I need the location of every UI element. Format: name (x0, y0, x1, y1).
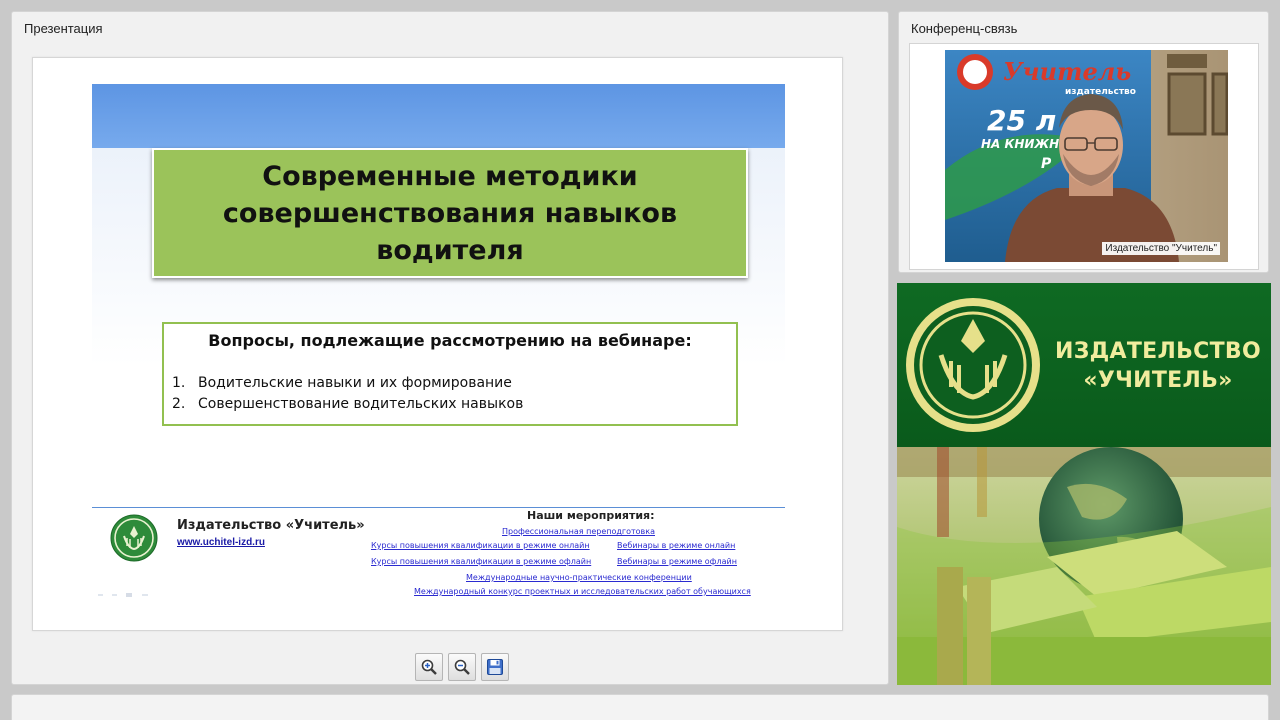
question-number: 1. (172, 375, 186, 391)
publisher-url-link[interactable]: www.uchitel-izd.ru (177, 537, 265, 548)
zoom-in-button[interactable] (415, 653, 443, 681)
sign-text: издательство (1065, 87, 1136, 97)
slide-viewer: Современные методики совершенствования н… (32, 57, 843, 631)
event-link[interactable]: Международные научно-практические конфер… (466, 573, 692, 582)
banner-title-line: ИЗДАТЕЛЬСТВО (1055, 339, 1261, 364)
event-link[interactable]: Вебинары в режиме офлайн (617, 557, 737, 566)
question-item: 1. Водительские навыки и их формирование (172, 375, 512, 391)
event-link[interactable]: Курсы повышения квалификации в режиме он… (371, 541, 590, 550)
event-link[interactable]: Международный конкурс проектных и исслед… (414, 587, 751, 596)
publisher-emblem-icon (906, 298, 1040, 432)
slide-header-band (92, 84, 785, 148)
banner-title: ИЗДАТЕЛЬСТВО «УЧИТЕЛЬ» (1047, 337, 1269, 395)
slide-title: Современные методики совершенствования н… (222, 160, 678, 266)
participant-name-label: Издательство "Учитель" (1102, 242, 1220, 255)
sign-text: Р (1041, 156, 1052, 172)
questions-heading: Вопросы, подлежащие рассмотрению на веби… (208, 331, 692, 350)
zoom-in-icon (421, 659, 437, 675)
event-link[interactable]: Курсы повышения квалификации в режиме оф… (371, 557, 591, 566)
banner-title-line: «УЧИТЕЛЬ» (1083, 368, 1233, 393)
events-heading: Наши мероприятия: (527, 509, 655, 522)
publisher-banner: ИЗДАТЕЛЬСТВО «УЧИТЕЛЬ» (897, 283, 1271, 685)
presentation-panel: Презентация Современные методики соверше… (11, 11, 889, 685)
slide-title-box: Современные методики совершенствования н… (152, 148, 748, 278)
question-item: 2. Совершенствование водительских навыков (172, 396, 523, 412)
publisher-logo-icon (110, 514, 158, 562)
slide-decoration-dots (98, 593, 148, 597)
sign-text: 25 л (987, 104, 1056, 137)
question-text: Водительские навыки и их формирование (198, 375, 512, 391)
books-globe-image (897, 447, 1271, 685)
banner-header: ИЗДАТЕЛЬСТВО «УЧИТЕЛЬ» (897, 283, 1271, 447)
zoom-out-button[interactable] (448, 653, 476, 681)
event-link[interactable]: Профессиональная переподготовка (502, 527, 655, 536)
event-link[interactable]: Вебинары в режиме онлайн (617, 541, 735, 550)
save-button[interactable] (481, 653, 509, 681)
sign-text: Учитель (1003, 57, 1131, 86)
slide-footer-divider (92, 507, 785, 508)
questions-box: Вопросы, подлежащие рассмотрению на веби… (162, 322, 738, 426)
video-frame: Учитель издательство 25 л НА КНИЖНО Р Из… (909, 43, 1259, 270)
bottom-panel (11, 694, 1269, 720)
webcam-video[interactable]: Учитель издательство 25 л НА КНИЖНО Р Из… (945, 50, 1228, 262)
zoom-out-icon (454, 659, 470, 675)
question-text: Совершенствование водительских навыков (198, 396, 524, 412)
slide: Современные методики совершенствования н… (92, 84, 785, 597)
conference-panel: Конференц-связь Учитель издательство 25 … (898, 11, 1269, 273)
publisher-name: Издательство «Учитель» (177, 518, 365, 533)
presentation-panel-title: Презентация (24, 21, 103, 36)
question-number: 2. (172, 396, 186, 412)
sign-text: НА КНИЖНО (981, 137, 1069, 151)
floppy-disk-icon (487, 659, 503, 675)
webcam-scene: Учитель издательство 25 л НА КНИЖНО Р (945, 50, 1228, 262)
conference-panel-title: Конференц-связь (911, 21, 1018, 36)
